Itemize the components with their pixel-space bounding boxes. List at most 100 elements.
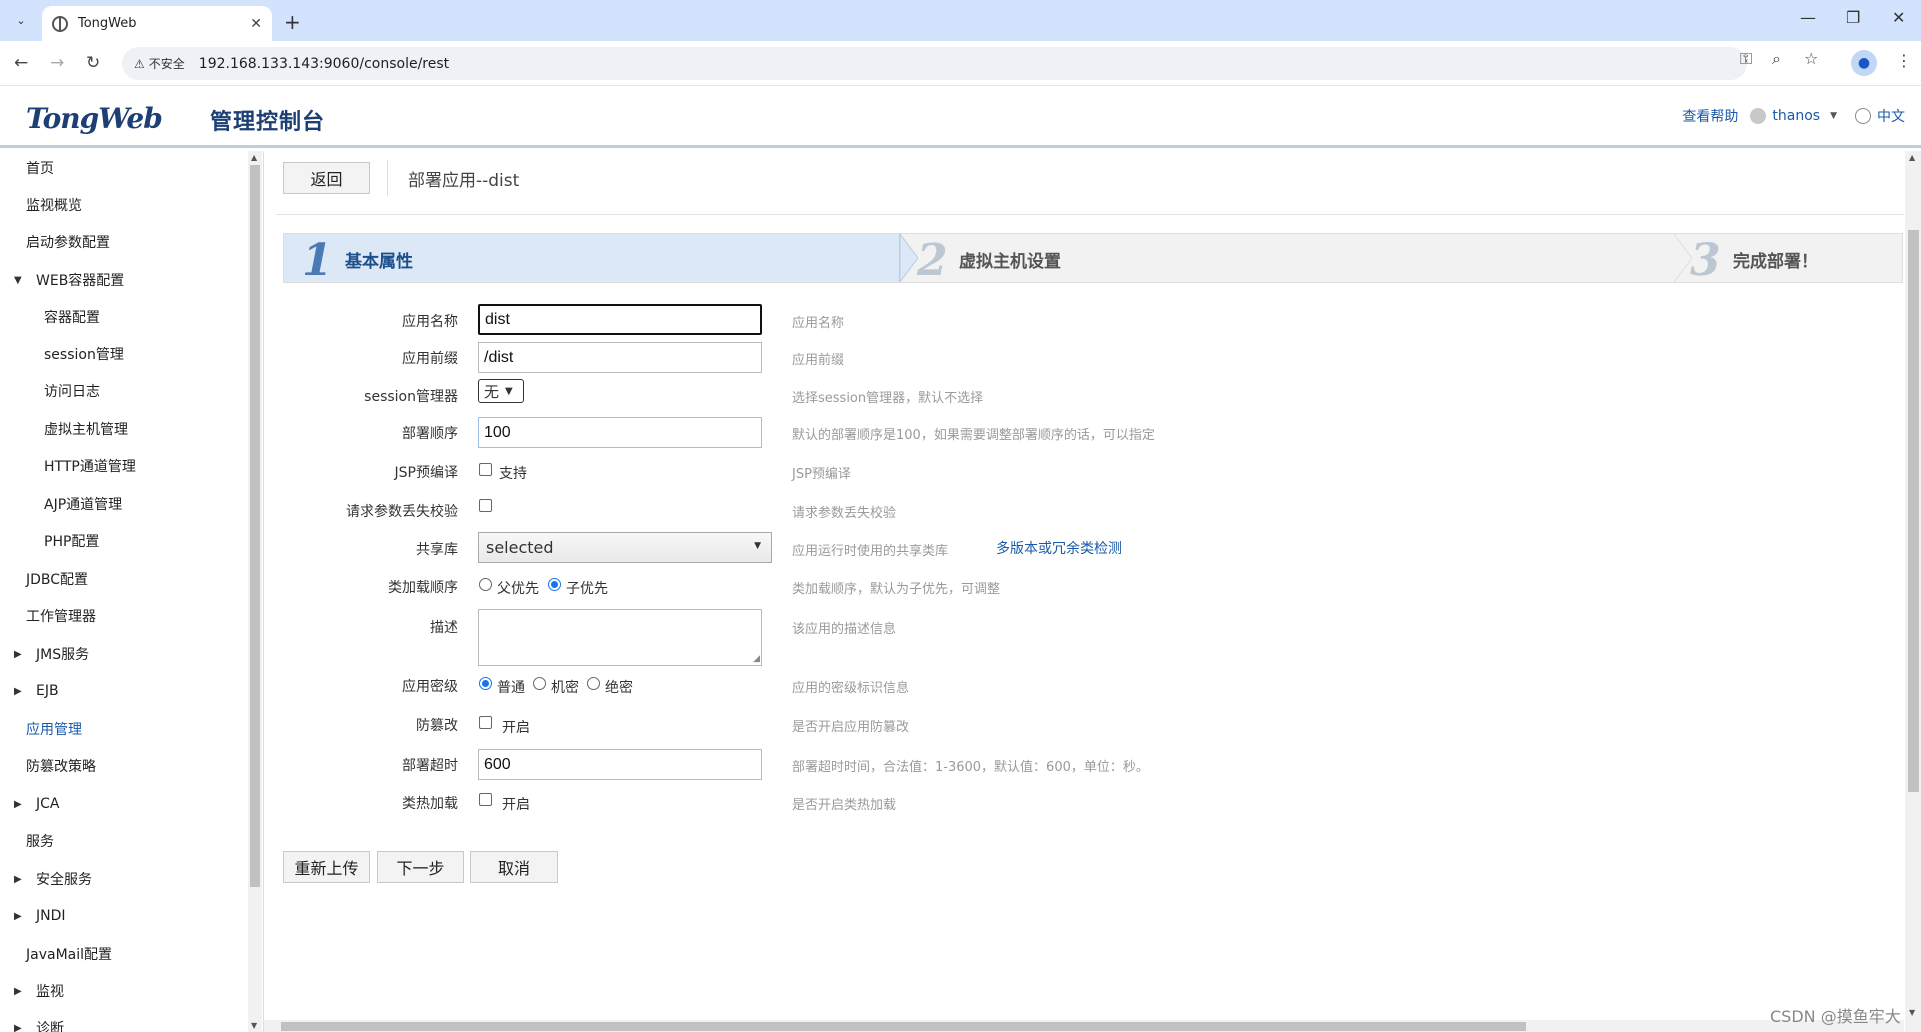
sidebar-item-jms[interactable]: ▶ JMS服务 xyxy=(0,639,89,669)
sidebar-item-session[interactable]: session管理 xyxy=(44,339,124,369)
sidebar-item-javamail[interactable]: JavaMail配置 xyxy=(26,939,112,969)
main-scroll-up-icon[interactable]: ▲ xyxy=(1909,153,1915,162)
deploy-order-hint: 默认的部署顺序是100，如果需要调整部署顺序的话，可以指定 xyxy=(792,428,1155,443)
sidebar-item-label: HTTP通道管理 xyxy=(44,459,136,475)
sidebar-item-http-channel[interactable]: HTTP通道管理 xyxy=(44,451,136,481)
sidebar-item-tamper-policy[interactable]: 防篡改策略 xyxy=(26,751,96,781)
hot-reload-hint: 是否开启类热加载 xyxy=(792,798,897,813)
sidebar-item-monitor[interactable]: ▶ 监视 xyxy=(0,976,64,1006)
collapsed-caret-icon: ▶ xyxy=(14,985,22,997)
class-conflict-check-link[interactable]: 多版本或冗余类检测 xyxy=(996,538,1122,558)
sidebar-item-jdbc[interactable]: JDBC配置 xyxy=(26,564,88,594)
main-scroll-down-icon[interactable]: ▼ xyxy=(1909,1008,1915,1017)
sidebar-item-app-management[interactable]: 应用管理 xyxy=(26,714,82,744)
back-arrow-icon[interactable]: ← xyxy=(14,53,28,73)
user-dropdown-caret-icon[interactable]: ▼ xyxy=(1830,111,1837,121)
shared-lib-select[interactable]: selected ▼ xyxy=(478,532,772,563)
sidebar-item-container-config[interactable]: 容器配置 xyxy=(44,302,100,332)
browser-menu-icon[interactable]: ⋮ xyxy=(1896,51,1912,70)
header-divider xyxy=(276,214,1904,215)
url-omnibox[interactable]: ⚠ 不安全 192.168.133.143:9060/console/rest xyxy=(122,47,1747,80)
sidebar-item-diagnose[interactable]: ▶ 诊断 xyxy=(0,1013,64,1032)
sidebar-item-access-log[interactable]: 访问日志 xyxy=(44,376,100,406)
back-button[interactable]: 返回 xyxy=(283,162,370,194)
description-label: 描述 xyxy=(430,620,458,636)
tab-search-menu-icon[interactable]: ⌄ xyxy=(8,8,34,32)
cancel-button[interactable]: 取消 xyxy=(470,851,558,883)
hot-reload-checkbox[interactable] xyxy=(479,793,492,806)
sidebar-item-label: JMS服务 xyxy=(36,647,90,663)
tamper-proof-checkbox[interactable] xyxy=(479,716,492,729)
bookmark-star-icon[interactable]: ☆ xyxy=(1804,49,1818,68)
deploy-order-input[interactable]: 100 xyxy=(478,417,762,448)
sidebar-item-jndi[interactable]: ▶ JNDI xyxy=(0,901,66,931)
reload-icon[interactable]: ↻ xyxy=(86,53,100,73)
jsp-precompile-option: 支持 xyxy=(499,466,527,482)
sidebar-item-label: session管理 xyxy=(44,347,124,363)
main-vertical-scroll-thumb[interactable] xyxy=(1908,230,1919,792)
sidebar-item-label: 诊断 xyxy=(36,1021,64,1032)
child-first-label: 子优先 xyxy=(566,581,608,597)
description-textarea[interactable]: ◢ xyxy=(478,609,762,666)
help-link[interactable]: 查看帮助 xyxy=(1682,106,1738,126)
security-top-secret-label: 绝密 xyxy=(605,680,633,696)
sidebar-item-label: AJP通道管理 xyxy=(44,497,123,513)
profile-avatar-icon[interactable]: ● xyxy=(1851,50,1877,76)
collapsed-caret-icon: ▶ xyxy=(14,685,22,697)
zoom-icon[interactable]: ⌕ xyxy=(1772,49,1781,69)
sidebar-item-security[interactable]: ▶ 安全服务 xyxy=(0,864,92,894)
parent-first-radio[interactable] xyxy=(479,578,492,591)
sidebar-item-virtual-host[interactable]: 虚拟主机管理 xyxy=(44,414,128,444)
insecure-badge[interactable]: ⚠ 不安全 xyxy=(134,55,185,72)
jsp-precompile-label: JSP预编译 xyxy=(394,465,458,481)
param-loss-check-checkbox[interactable] xyxy=(479,499,492,512)
sidebar-scroll-thumb[interactable] xyxy=(250,165,260,887)
security-top-secret-radio[interactable] xyxy=(587,677,600,690)
sidebar-item-services[interactable]: 服务 xyxy=(26,826,54,856)
tongweb-logo: TongWeb xyxy=(26,102,163,135)
sidebar-item-home[interactable]: 首页 xyxy=(26,153,54,183)
collapsed-caret-icon: ▶ xyxy=(14,1022,22,1032)
password-key-icon[interactable]: ⚿ xyxy=(1740,49,1752,69)
session-manager-value: 无 xyxy=(484,382,500,401)
minimize-icon[interactable]: — xyxy=(1800,8,1816,27)
app-prefix-input[interactable]: /dist xyxy=(478,342,762,373)
reupload-button[interactable]: 重新上传 xyxy=(283,851,370,883)
jsp-precompile-checkbox[interactable] xyxy=(479,463,492,476)
session-manager-hint: 选择session管理器，默认不选择 xyxy=(792,391,984,406)
language-switch[interactable]: 中文 xyxy=(1877,106,1905,126)
param-loss-check-label: 请求参数丢失校验 xyxy=(346,504,458,520)
session-manager-select[interactable]: 无 ▼ xyxy=(478,379,524,403)
deploy-timeout-input[interactable]: 600 xyxy=(478,749,762,780)
username[interactable]: thanos xyxy=(1772,108,1820,124)
step-wizard: 1 基本属性 2 虚拟主机设置 3 完成部署！ xyxy=(283,233,1903,286)
security-normal-radio[interactable] xyxy=(479,677,492,690)
collapsed-caret-icon: ▶ xyxy=(14,648,22,660)
sidebar-item-ejb[interactable]: ▶ EJB xyxy=(0,676,59,706)
tab-close-icon[interactable]: ✕ xyxy=(250,16,262,32)
sidebar-scroll-down-icon[interactable]: ▼ xyxy=(251,1021,257,1030)
app-name-input[interactable]: dist xyxy=(478,304,762,335)
child-first-radio[interactable] xyxy=(548,578,561,591)
sidebar-item-startup-params[interactable]: 启动参数配置 xyxy=(26,227,110,257)
new-tab-icon[interactable]: + xyxy=(284,10,301,34)
sidebar-item-web-container[interactable]: ▼ WEB容器配置 xyxy=(0,265,124,295)
deploy-timeout-label: 部署超时 xyxy=(402,758,458,774)
browser-tab[interactable]: TongWeb ✕ xyxy=(42,6,272,41)
param-loss-check-hint: 请求参数丢失校验 xyxy=(792,506,897,521)
sidebar-item-jca[interactable]: ▶ JCA xyxy=(0,789,59,819)
sidebar-item-ajp-channel[interactable]: AJP通道管理 xyxy=(44,489,122,519)
sidebar-item-php-config[interactable]: PHP配置 xyxy=(44,526,99,556)
tab-title: TongWeb xyxy=(78,16,137,31)
resize-grip-icon[interactable]: ◢ xyxy=(753,654,760,664)
forward-arrow-icon[interactable]: → xyxy=(50,53,64,73)
sidebar-item-monitor-overview[interactable]: 监视概览 xyxy=(26,190,82,220)
sidebar-scroll-up-icon[interactable]: ▲ xyxy=(251,153,257,162)
main-horizontal-scroll-thumb[interactable] xyxy=(281,1022,1526,1031)
security-secret-radio[interactable] xyxy=(533,677,546,690)
sidebar-item-work-manager[interactable]: 工作管理器 xyxy=(26,601,96,631)
security-secret-label: 机密 xyxy=(551,680,579,696)
window-close-icon[interactable]: ✕ xyxy=(1892,8,1905,27)
restore-icon[interactable]: ❐ xyxy=(1846,8,1860,27)
next-step-button[interactable]: 下一步 xyxy=(377,851,464,883)
